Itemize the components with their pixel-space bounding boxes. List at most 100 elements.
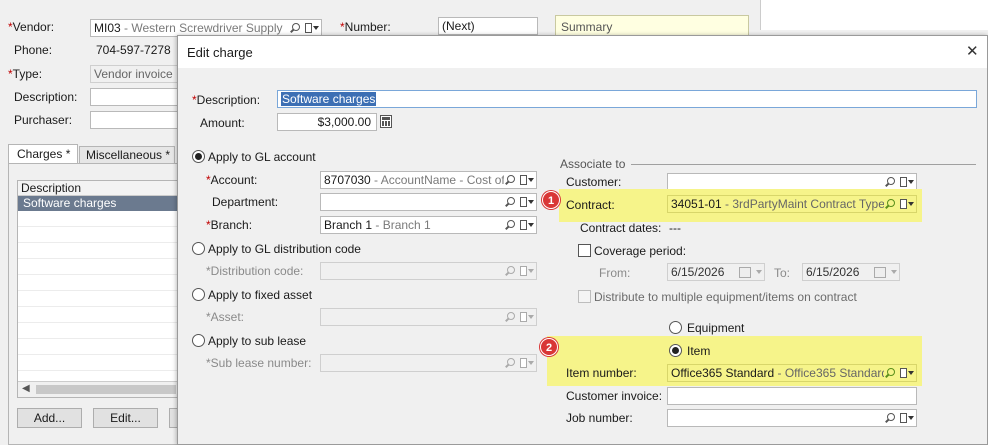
calendar-icon bbox=[874, 266, 886, 278]
edit-button[interactable]: Edit... bbox=[93, 408, 158, 428]
chevron-down-icon bbox=[756, 270, 762, 274]
apply-fixed-asset-radio[interactable] bbox=[192, 288, 205, 301]
chevron-down-icon bbox=[891, 270, 897, 274]
vendor-label: *Vendor: bbox=[8, 20, 55, 34]
apply-fixed-asset-label: Apply to fixed asset bbox=[208, 288, 313, 302]
apply-gl-distribution-radio[interactable] bbox=[192, 242, 205, 255]
apply-sub-lease-label: Apply to sub lease bbox=[208, 334, 307, 348]
scroll-thumb[interactable] bbox=[36, 385, 176, 394]
to-label: To: bbox=[774, 266, 791, 280]
grid-header-description[interactable]: Description bbox=[18, 181, 179, 196]
search-icon[interactable] bbox=[504, 219, 515, 231]
picker-icon[interactable] bbox=[900, 368, 914, 378]
picker-icon[interactable] bbox=[520, 220, 534, 230]
search-icon[interactable] bbox=[504, 174, 515, 186]
type-field: Vendor invoice bbox=[90, 65, 180, 83]
distribution-code-field bbox=[320, 262, 537, 280]
description-label: *Description: bbox=[192, 93, 261, 107]
search-icon[interactable] bbox=[884, 176, 895, 188]
purchaser-field[interactable] bbox=[90, 111, 180, 129]
branch-label: *Branch: bbox=[206, 218, 253, 232]
tab-miscellaneous[interactable]: Miscellaneous * bbox=[79, 146, 175, 164]
picker-icon[interactable] bbox=[900, 177, 914, 187]
description-selected-text: Software charges bbox=[281, 92, 377, 106]
item-number-label: Item number: bbox=[566, 366, 637, 380]
grid-empty-rows bbox=[18, 211, 179, 381]
horizontal-scrollbar[interactable]: ◀ bbox=[18, 381, 179, 397]
picker-icon bbox=[520, 312, 534, 322]
sub-lease-label: *Sub lease number: bbox=[206, 356, 312, 370]
picker-icon[interactable] bbox=[520, 197, 534, 207]
search-icon[interactable] bbox=[884, 412, 895, 424]
edit-charge-dialog: Edit charge ✕ *Description: Software cha… bbox=[177, 35, 988, 445]
item-label: Item bbox=[687, 344, 711, 358]
item-radio[interactable] bbox=[669, 344, 682, 357]
asset-field bbox=[320, 308, 537, 326]
type-label: *Type: bbox=[8, 67, 43, 81]
apply-gl-account-radio[interactable] bbox=[192, 150, 205, 163]
account-field[interactable]: 8707030 - AccountName - Cost of Gc bbox=[320, 171, 537, 189]
department-field[interactable] bbox=[320, 193, 537, 211]
picker-icon[interactable] bbox=[520, 175, 534, 185]
amount-input[interactable]: $3,000.00 bbox=[277, 113, 377, 131]
table-row[interactable]: Software charges bbox=[18, 196, 179, 211]
search-icon bbox=[504, 311, 515, 323]
description-input[interactable]: Software charges bbox=[277, 90, 977, 108]
coverage-period-checkbox[interactable] bbox=[578, 244, 591, 257]
search-icon[interactable] bbox=[504, 196, 515, 208]
picker-icon[interactable] bbox=[305, 23, 319, 33]
apply-gl-account-label: Apply to GL account bbox=[208, 150, 316, 164]
distribute-label: Distribute to multiple equipment/items o… bbox=[594, 290, 857, 304]
associate-to-label: Associate to bbox=[560, 157, 626, 171]
department-label: Department: bbox=[212, 195, 279, 209]
picker-icon[interactable] bbox=[900, 199, 914, 209]
asset-label: *Asset: bbox=[206, 310, 245, 324]
charges-grid: Description Software charges ◀ bbox=[17, 180, 180, 398]
background-panel-top bbox=[760, 0, 988, 30]
search-icon[interactable] bbox=[884, 198, 895, 210]
add-button[interactable]: Add... bbox=[17, 408, 82, 428]
account-label: *Account: bbox=[206, 173, 258, 187]
callout-badge-2: 2 bbox=[540, 338, 558, 356]
calendar-icon bbox=[739, 266, 751, 278]
contract-field[interactable]: 34051-01 - 3rdPartyMaint Contract Type bbox=[667, 195, 917, 213]
number-label: *Number: bbox=[340, 20, 391, 34]
contract-label: Contract: bbox=[566, 198, 615, 212]
close-icon[interactable]: ✕ bbox=[966, 42, 979, 60]
phone-label: Phone: bbox=[14, 43, 53, 57]
picker-icon bbox=[520, 266, 534, 276]
description-label: Description: bbox=[14, 90, 78, 104]
calculator-icon[interactable] bbox=[380, 115, 392, 128]
from-label: From: bbox=[599, 266, 631, 280]
search-icon[interactable] bbox=[289, 22, 300, 34]
job-number-label: Job number: bbox=[566, 411, 633, 425]
callout-badge-1: 1 bbox=[542, 191, 560, 209]
equipment-radio[interactable] bbox=[669, 321, 682, 334]
purchaser-label: Purchaser: bbox=[14, 113, 73, 127]
from-date-field: 6/15/2026 bbox=[667, 263, 765, 281]
customer-invoice-field[interactable] bbox=[667, 387, 917, 405]
scroll-left-icon[interactable]: ◀ bbox=[22, 383, 30, 394]
search-icon[interactable] bbox=[884, 367, 895, 379]
search-icon bbox=[504, 357, 515, 369]
tab-charges[interactable]: Charges * bbox=[8, 144, 78, 164]
dialog-title: Edit charge bbox=[187, 45, 253, 60]
number-field[interactable]: (Next) bbox=[438, 17, 538, 35]
description-field[interactable] bbox=[90, 88, 180, 106]
associate-to-divider bbox=[631, 164, 976, 165]
job-number-field[interactable] bbox=[667, 409, 917, 427]
picker-icon bbox=[520, 358, 534, 368]
branch-field[interactable]: Branch 1 - Branch 1 bbox=[320, 216, 537, 234]
distribution-code-label: *Distribution code: bbox=[206, 264, 304, 278]
coverage-period-label: Coverage period: bbox=[594, 244, 687, 258]
apply-gl-distribution-label: Apply to GL distribution code bbox=[208, 242, 361, 256]
contract-dates-value: --- bbox=[669, 221, 681, 235]
picker-icon[interactable] bbox=[900, 413, 914, 423]
apply-sub-lease-radio[interactable] bbox=[192, 334, 205, 347]
phone-value: 704-597-7278 bbox=[96, 43, 171, 57]
contract-dates-label: Contract dates: bbox=[580, 221, 662, 235]
to-date-field: 6/15/2026 bbox=[802, 263, 900, 281]
customer-invoice-label: Customer invoice: bbox=[566, 389, 663, 403]
item-number-field[interactable]: Office365 Standard - Office365 Standard … bbox=[667, 364, 917, 382]
sub-lease-field bbox=[320, 354, 537, 372]
